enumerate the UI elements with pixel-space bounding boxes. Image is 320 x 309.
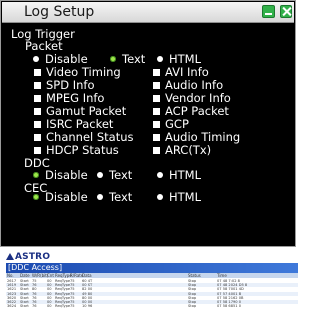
col-status: Status <box>188 273 201 278</box>
col-data: Data <box>82 273 92 278</box>
isrc-packet-checkbox[interactable] <box>34 121 41 128</box>
table-cell: 76 <box>32 304 37 309</box>
astro-logo-text: ASTRO <box>15 252 51 262</box>
acp-packet-checkbox[interactable] <box>153 108 160 115</box>
table-cell: 10 96 <box>82 304 93 309</box>
video-timing-checkbox[interactable] <box>34 69 41 76</box>
channel-status-checkbox[interactable] <box>34 134 41 141</box>
cec-html-label[interactable]: HTML <box>169 191 201 204</box>
packet-disable-radio[interactable] <box>33 56 39 62</box>
packet-html-radio[interactable] <box>157 56 163 62</box>
table-cell: 3624 <box>7 304 17 309</box>
dialog-title: Log Setup <box>24 4 95 20</box>
ddc-html-label[interactable]: HTML <box>169 169 201 182</box>
gamut-packet-checkbox[interactable] <box>34 108 41 115</box>
cec-disable-label[interactable]: Disable <box>45 191 88 204</box>
ddc-text-label[interactable]: Text <box>109 169 132 182</box>
minimize-icon[interactable] <box>262 5 275 18</box>
vendor-info-checkbox[interactable] <box>153 95 160 102</box>
log-setup-dialog: Log Setup Log Trigger Packet Disable Tex… <box>0 0 296 247</box>
hdcp-status-checkbox[interactable] <box>34 147 41 154</box>
astro-logo-icon <box>6 253 14 260</box>
close-icon[interactable] <box>280 5 292 18</box>
col-wr: W/R(bit) <box>32 273 49 278</box>
avi-info-checkbox[interactable] <box>153 69 160 76</box>
packet-text-radio[interactable] <box>110 56 116 62</box>
cec-text-radio[interactable] <box>97 194 103 200</box>
cec-disable-radio[interactable] <box>33 194 39 200</box>
table-row: 3624 Start 76 00 ReqType 75 10 96 Stop 07 58 685… <box>6 304 298 308</box>
log-table-header: No. Date W/R(bit) Cnt ReqType R/Rate Dat… <box>6 273 298 278</box>
cec-html-radio[interactable] <box>157 194 163 200</box>
ddc-disable-radio[interactable] <box>33 172 39 178</box>
ddc-text-radio[interactable] <box>97 172 103 178</box>
col-date: Date <box>20 273 30 278</box>
mpeg-info-checkbox[interactable] <box>34 95 41 102</box>
table-cell: 75 <box>70 304 75 309</box>
spd-info-checkbox[interactable] <box>34 82 41 89</box>
ddc-access-header: [DDC Access] <box>6 263 298 273</box>
table-cell: 07 58 6851 0 <box>217 304 242 309</box>
arc-tx-checkbox[interactable] <box>153 147 160 154</box>
hdcp-status-label[interactable]: HDCP Status <box>46 144 119 157</box>
col-time: Time <box>217 273 227 278</box>
ddc-html-radio[interactable] <box>157 172 163 178</box>
gcp-checkbox[interactable] <box>153 121 160 128</box>
title-bar[interactable]: Log Setup <box>2 2 294 23</box>
log-viewer: ASTRO [DDC Access] No. Date W/R(bit) Cnt… <box>6 252 298 309</box>
audio-info-checkbox[interactable] <box>153 82 160 89</box>
col-cnt: Cnt <box>47 273 54 278</box>
arc-tx-label[interactable]: ARC(Tx) <box>165 144 211 157</box>
table-cell: Start <box>20 304 29 309</box>
ddc-disable-label[interactable]: Disable <box>45 169 88 182</box>
audio-timing-checkbox[interactable] <box>153 134 160 141</box>
table-cell: Stop <box>188 304 197 309</box>
cec-text-label[interactable]: Text <box>109 191 132 204</box>
col-no: No. <box>7 273 14 278</box>
table-cell: ReqType <box>55 304 71 309</box>
packet-text-label[interactable]: Text <box>122 53 145 66</box>
table-cell: 00 <box>47 304 52 309</box>
